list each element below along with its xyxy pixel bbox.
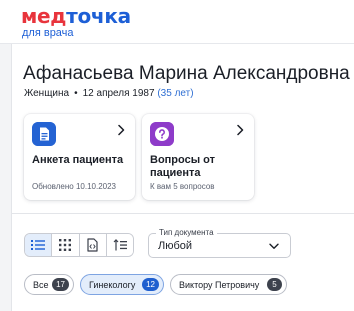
document-view-button[interactable]: [79, 234, 107, 256]
filter-chip-all[interactable]: Все 17: [24, 274, 74, 295]
document-type-value: Любой: [158, 240, 193, 252]
filter-chip-viktor-petrovich[interactable]: Виктору Петровичу 5: [170, 274, 287, 295]
logo-part-tochka: точка: [66, 4, 131, 28]
chevron-right-icon: [237, 124, 244, 136]
filter-chip-label: Гинекологу: [89, 279, 136, 290]
filter-chip-gynecologist[interactable]: Гинекологу 12: [80, 274, 164, 295]
filter-count-badge: 5: [267, 278, 282, 291]
filter-count-badge: 12: [142, 278, 159, 291]
grid-view-icon: [59, 239, 72, 251]
patient-birth-date: 12 апреля 1987: [82, 88, 155, 99]
patient-age: (35 лет): [157, 88, 194, 99]
document-type-select[interactable]: Тип документа Любой: [148, 228, 291, 258]
card-title: Анкета пациента: [32, 154, 124, 166]
logo-part-med: мед: [21, 4, 67, 28]
patient-questionnaire-card[interactable]: Анкета пациента Обновлено 10.10.2023: [24, 114, 135, 200]
timeline-view-icon: [113, 239, 127, 251]
chevron-right-icon: [118, 124, 125, 136]
filter-count-badge: 17: [52, 278, 69, 291]
chevron-down-icon: [269, 243, 279, 249]
view-mode-toggle-group: [24, 233, 134, 257]
patient-meta: Женщина • 12 апреля 1987 (35 лет): [24, 88, 194, 100]
sidebar-edge: [0, 44, 12, 311]
list-view-icon: [31, 240, 46, 250]
grid-view-button[interactable]: [52, 234, 80, 256]
timeline-view-button[interactable]: [106, 234, 133, 256]
section-divider: [12, 213, 354, 214]
document-view-icon: [87, 238, 98, 252]
patient-name: Афанасьева Марина Александровна: [23, 63, 350, 84]
document-icon: [32, 122, 56, 146]
document-type-label: Тип документа: [156, 228, 217, 238]
card-title: Вопросы от пациента: [150, 154, 216, 179]
filter-chip-label: Виктору Петровичу: [179, 279, 260, 290]
card-subtitle: К вам 5 вопросов: [150, 182, 215, 191]
medtochka-logo[interactable]: медточка: [21, 6, 131, 26]
patient-questions-card[interactable]: Вопросы от пациента К вам 5 вопросов: [142, 114, 254, 200]
question-icon: [150, 122, 174, 146]
patient-gender: Женщина: [24, 88, 70, 99]
app-header: медточка для врача: [0, 0, 354, 44]
logo-subtitle: для врача: [22, 27, 74, 39]
filter-chip-label: Все: [33, 279, 49, 290]
list-view-button[interactable]: [25, 234, 53, 256]
separator-dot: •: [74, 88, 78, 99]
card-subtitle: Обновлено 10.10.2023: [32, 182, 116, 191]
